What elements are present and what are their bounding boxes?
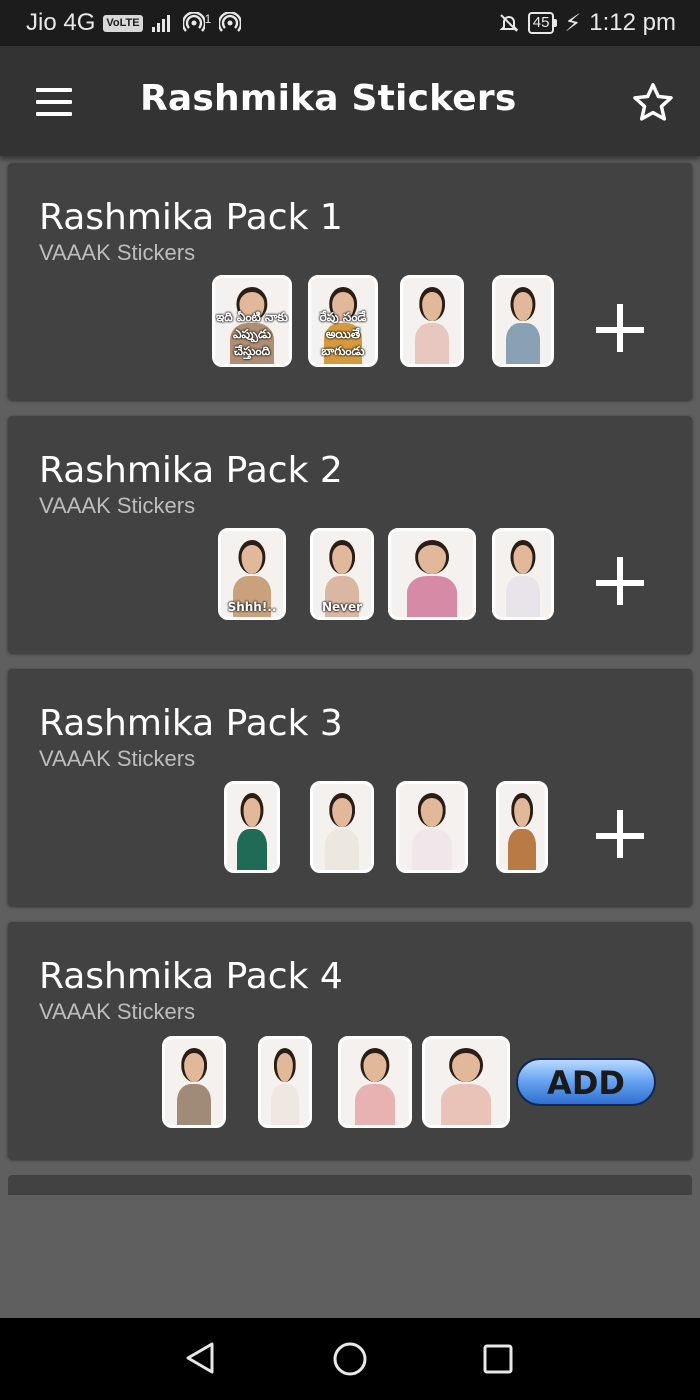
- sticker-preview: [492, 275, 554, 367]
- sticker-preview: [258, 1036, 312, 1128]
- sticker-preview: రేపు సండే అయితే బాగుండు: [308, 275, 378, 367]
- sticker-preview: [338, 1036, 412, 1128]
- sticker-preview: [310, 781, 374, 873]
- pack-publisher: VAAAK Stickers: [39, 999, 196, 1024]
- volte-badge: VoLTE: [103, 14, 143, 32]
- sticker-preview: ఇది ఏంటి నాకు ఎప్పుడు చేస్తుంది: [212, 275, 292, 367]
- pack-publisher: VAAAK Stickers: [39, 240, 196, 265]
- home-circle-icon[interactable]: [332, 1341, 368, 1377]
- sticker-preview: [492, 528, 554, 620]
- notifications-muted-icon: [499, 14, 519, 32]
- charging-icon: ⚡: [564, 9, 582, 37]
- pack-name: Rashmika Pack 3: [39, 703, 343, 744]
- pack-name: Rashmika Pack 4: [39, 956, 343, 997]
- add-pack-button[interactable]: ADD: [516, 1058, 656, 1106]
- pack-name: Rashmika Pack 1: [39, 197, 343, 238]
- app-title: Rashmika Stickers: [140, 78, 517, 119]
- sticker-caption: రేపు సండే అయితే బాగుండు: [319, 310, 367, 358]
- hotspot-count: 1: [204, 12, 212, 26]
- sticker-preview: [388, 528, 476, 620]
- status-bar: Jio 4G VoLTE 1 45 ⚡ 1:12 pm: [0, 0, 700, 46]
- hamburger-menu-icon[interactable]: [30, 84, 78, 120]
- sticker-pack-card[interactable]: Rashmika Pack 3 VAAAK Stickers: [8, 669, 692, 906]
- add-pack-plus-icon[interactable]: [596, 810, 648, 862]
- sticker-caption: ఇది ఏంటి నాకు ఎప్పుడు చేస్తుంది: [216, 310, 288, 358]
- add-pack-plus-icon[interactable]: [596, 304, 648, 356]
- recents-square-icon[interactable]: [482, 1343, 514, 1375]
- sticker-pack-list: Rashmika Pack 1 VAAAK Stickers ఇది ఏంటి …: [8, 163, 692, 1195]
- wifi-hotspot-icon: [219, 12, 242, 32]
- add-pack-plus-icon[interactable]: [596, 557, 648, 609]
- sticker-caption: Shhh!..: [227, 600, 277, 614]
- sticker-pack-card[interactable]: Rashmika Pack 2 VAAAK Stickers Shhh!.. N…: [8, 416, 692, 653]
- star-outline-icon[interactable]: [630, 80, 676, 126]
- sticker-preview: Shhh!..: [218, 528, 286, 620]
- sticker-preview: [496, 781, 548, 873]
- sticker-pack-card[interactable]: Rashmika Pack 1 VAAAK Stickers ఇది ఏంటి …: [8, 163, 692, 400]
- back-triangle-icon[interactable]: [182, 1340, 218, 1376]
- pack-publisher: VAAAK Stickers: [39, 746, 196, 771]
- carrier-label: Jio 4G: [26, 9, 96, 36]
- pack-publisher: VAAAK Stickers: [39, 493, 196, 518]
- sticker-preview: [400, 275, 464, 367]
- sticker-preview: [224, 781, 280, 873]
- status-right: 45 ⚡ 1:12 pm: [498, 9, 676, 38]
- sticker-preview: [422, 1036, 510, 1128]
- battery-level: 45: [532, 14, 550, 31]
- system-nav-bar: [0, 1318, 700, 1400]
- sticker-preview: Never: [310, 528, 374, 620]
- sticker-caption: Never: [321, 600, 363, 614]
- hotspot-icon: 1: [182, 12, 212, 34]
- pack-name: Rashmika Pack 2: [39, 450, 343, 491]
- sticker-preview: [396, 781, 468, 873]
- clock: 1:12 pm: [589, 9, 676, 36]
- signal-icon: [151, 15, 170, 32]
- sticker-pack-card[interactable]: Rashmika Pack 4 VAAAK Stickers ADD: [8, 922, 692, 1159]
- sticker-pack-card-partial[interactable]: [8, 1175, 692, 1195]
- app-bar: Rashmika Stickers: [0, 46, 700, 156]
- status-left: Jio 4G VoLTE 1: [26, 9, 242, 37]
- battery-icon: 45: [527, 12, 558, 34]
- sticker-preview: [162, 1036, 226, 1128]
